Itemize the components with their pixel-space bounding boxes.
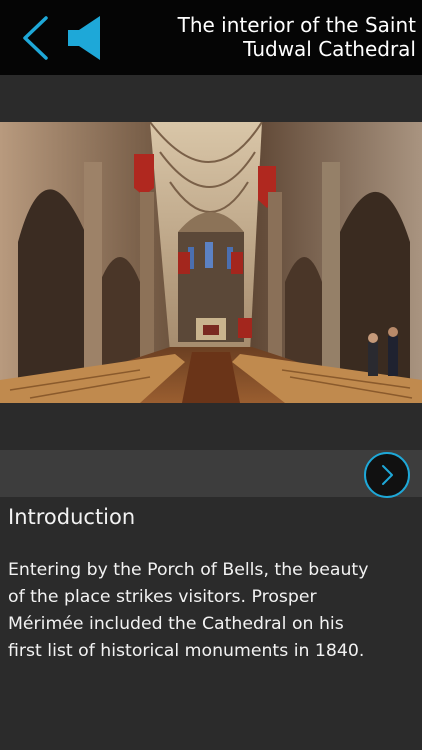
page-title-line-2: Tudwal Cathedral xyxy=(243,37,416,61)
page-title-line-1: The interior of the Saint xyxy=(177,13,416,37)
body-line-3: Mérimée included the Cathedral on his xyxy=(8,614,344,634)
chevron-right-icon xyxy=(382,465,393,485)
back-button[interactable] xyxy=(18,14,52,62)
chevron-left-icon xyxy=(23,16,48,60)
next-button[interactable] xyxy=(364,452,410,498)
navigation-bar xyxy=(0,450,422,497)
cathedral-nave-photo xyxy=(0,122,422,403)
body-text: Entering by the Porch of Bells, the beau… xyxy=(8,557,418,665)
speaker-icon xyxy=(68,16,100,60)
sound-button[interactable] xyxy=(64,14,110,62)
body-line-2: of the place strikes visitors. Prosper xyxy=(8,587,317,607)
top-bar: The interior of the Saint Tudwal Cathedr… xyxy=(0,0,422,75)
body-line-1: Entering by the Porch of Bells, the beau… xyxy=(8,560,369,580)
body-line-4: first list of historical monuments in 18… xyxy=(8,641,365,661)
section-title: Introduction xyxy=(8,505,136,529)
page-title: The interior of the Saint Tudwal Cathedr… xyxy=(116,13,416,61)
